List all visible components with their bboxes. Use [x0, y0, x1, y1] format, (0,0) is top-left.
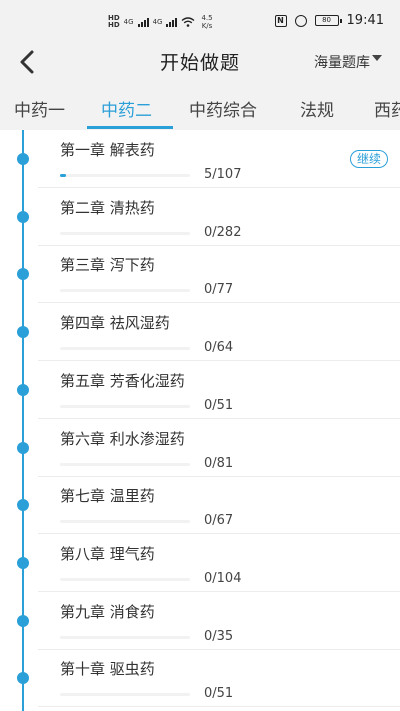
timeline-dot: [17, 268, 29, 281]
chapter-row[interactable]: 第十章 驱虫药 0/51: [0, 649, 400, 708]
chapter-row[interactable]: 第七章 温里药 0/67: [0, 476, 400, 535]
chapter-list: 第一章 解表药 5/107 继续第二章 清热药 0/282 第三章 泻下药 0/77 第四章…: [0, 130, 400, 711]
nfc-icon: N: [274, 14, 287, 27]
chapter-title: 第三章 泻下药: [60, 256, 155, 275]
clock: 19:41: [346, 13, 384, 28]
chapter-title: 第四章 祛风湿药: [60, 314, 170, 333]
progress-bar: [60, 693, 190, 697]
chapter-row[interactable]: 第一章 解表药 5/107 继续: [0, 130, 400, 188]
signal-icon-2: [166, 17, 178, 27]
timeline-dot: [17, 326, 29, 339]
timeline-dot: [17, 614, 29, 627]
timeline-dot: [17, 499, 29, 512]
timeline-dot: [17, 210, 29, 223]
progress-count: 0/51: [204, 686, 234, 702]
active-tab-indicator: [87, 126, 173, 129]
question-bank-selector[interactable]: 海量题库: [314, 52, 370, 72]
alarm-icon: [294, 14, 307, 27]
caret-down-icon[interactable]: [372, 55, 382, 61]
tab-zhongyao-zonghe[interactable]: 中药综合: [189, 96, 257, 121]
row-divider: [38, 706, 400, 708]
timeline-dot: [17, 153, 29, 165]
battery-icon: 80: [314, 15, 342, 26]
progress-count: 0/64: [204, 340, 234, 356]
timeline-dot: [17, 556, 29, 569]
timeline-dot: [17, 383, 29, 396]
speed-value: 4.5: [201, 14, 213, 22]
progress-count: 0/282: [204, 224, 242, 240]
progress-count: 0/35: [204, 628, 234, 644]
progress-bar: [60, 462, 190, 466]
progress-bar: [60, 577, 190, 581]
progress-bar: [60, 231, 190, 235]
chapter-row[interactable]: 第九章 消食药 0/35: [0, 592, 400, 650]
progress-count: 5/107: [204, 167, 242, 182]
progress-bar: [60, 289, 190, 293]
chapter-title: 第十章 驱虫药: [60, 660, 155, 679]
timeline-dot: [17, 441, 29, 454]
wifi-icon: [182, 17, 195, 27]
progress-count: 0/51: [204, 397, 234, 413]
chapter-row[interactable]: 第四章 祛风湿药 0/64: [0, 303, 400, 362]
speed-unit: K/s: [201, 22, 213, 30]
progress-bar: [60, 404, 190, 408]
tab-xiyao[interactable]: 西药: [374, 96, 400, 121]
chapter-title: 第一章 解表药: [60, 141, 155, 159]
timeline-dot: [17, 672, 29, 685]
status-indicators: HD HD 4G 4G 4.5 K/s: [108, 14, 213, 30]
progress-bar: [60, 520, 190, 524]
chapter-row[interactable]: 第六章 利水渗湿药 0/81: [0, 419, 400, 477]
status-bar: HD HD 4G 4G 4.5 K/s N 80 19:41: [0, 0, 400, 40]
chapter-row[interactable]: 第八章 理气药 0/104: [0, 534, 400, 592]
hd-icon: HD HD: [108, 15, 120, 29]
chapter-title: 第二章 清热药: [60, 198, 155, 217]
network-type-2: 4G: [152, 18, 163, 26]
chapter-title: 第八章 理气药: [60, 544, 155, 563]
header: 开始做题 海量题库: [0, 40, 400, 84]
progress-bar: [60, 174, 190, 177]
progress-count: 0/77: [204, 282, 234, 298]
status-right: N 80 19:41: [274, 13, 384, 28]
chapter-row[interactable]: 第五章 芳香化湿药 0/51: [0, 361, 400, 419]
continue-button[interactable]: 继续: [349, 150, 388, 168]
chapter-title: 第九章 消食药: [60, 602, 155, 621]
tab-fagui[interactable]: 法规: [300, 96, 334, 121]
chapter-row[interactable]: 第三章 泻下药 0/77: [0, 245, 400, 304]
progress-bar: [60, 635, 190, 639]
subject-tabs: 中药一 中药二 中药综合 法规 西药: [0, 84, 400, 130]
tab-zhongyao-1[interactable]: 中药一: [14, 96, 65, 121]
chapter-title: 第六章 利水渗湿药: [60, 429, 185, 448]
progress-count: 0/104: [204, 570, 242, 586]
progress-count: 0/67: [204, 513, 234, 529]
signal-icon: [137, 17, 149, 27]
progress-fill: [60, 174, 67, 177]
network-speed: 4.5 K/s: [201, 14, 212, 30]
progress-bar: [60, 347, 190, 351]
chapter-row[interactable]: 第二章 清热药 0/282: [0, 188, 400, 246]
tab-zhongyao-2[interactable]: 中药二: [101, 96, 152, 121]
network-type-1: 4G: [123, 18, 134, 26]
chapter-title: 第七章 温里药: [60, 487, 155, 506]
hd-label-bottom: HD: [108, 21, 120, 29]
chapter-title: 第五章 芳香化湿药: [60, 371, 185, 390]
progress-count: 0/81: [204, 455, 234, 471]
